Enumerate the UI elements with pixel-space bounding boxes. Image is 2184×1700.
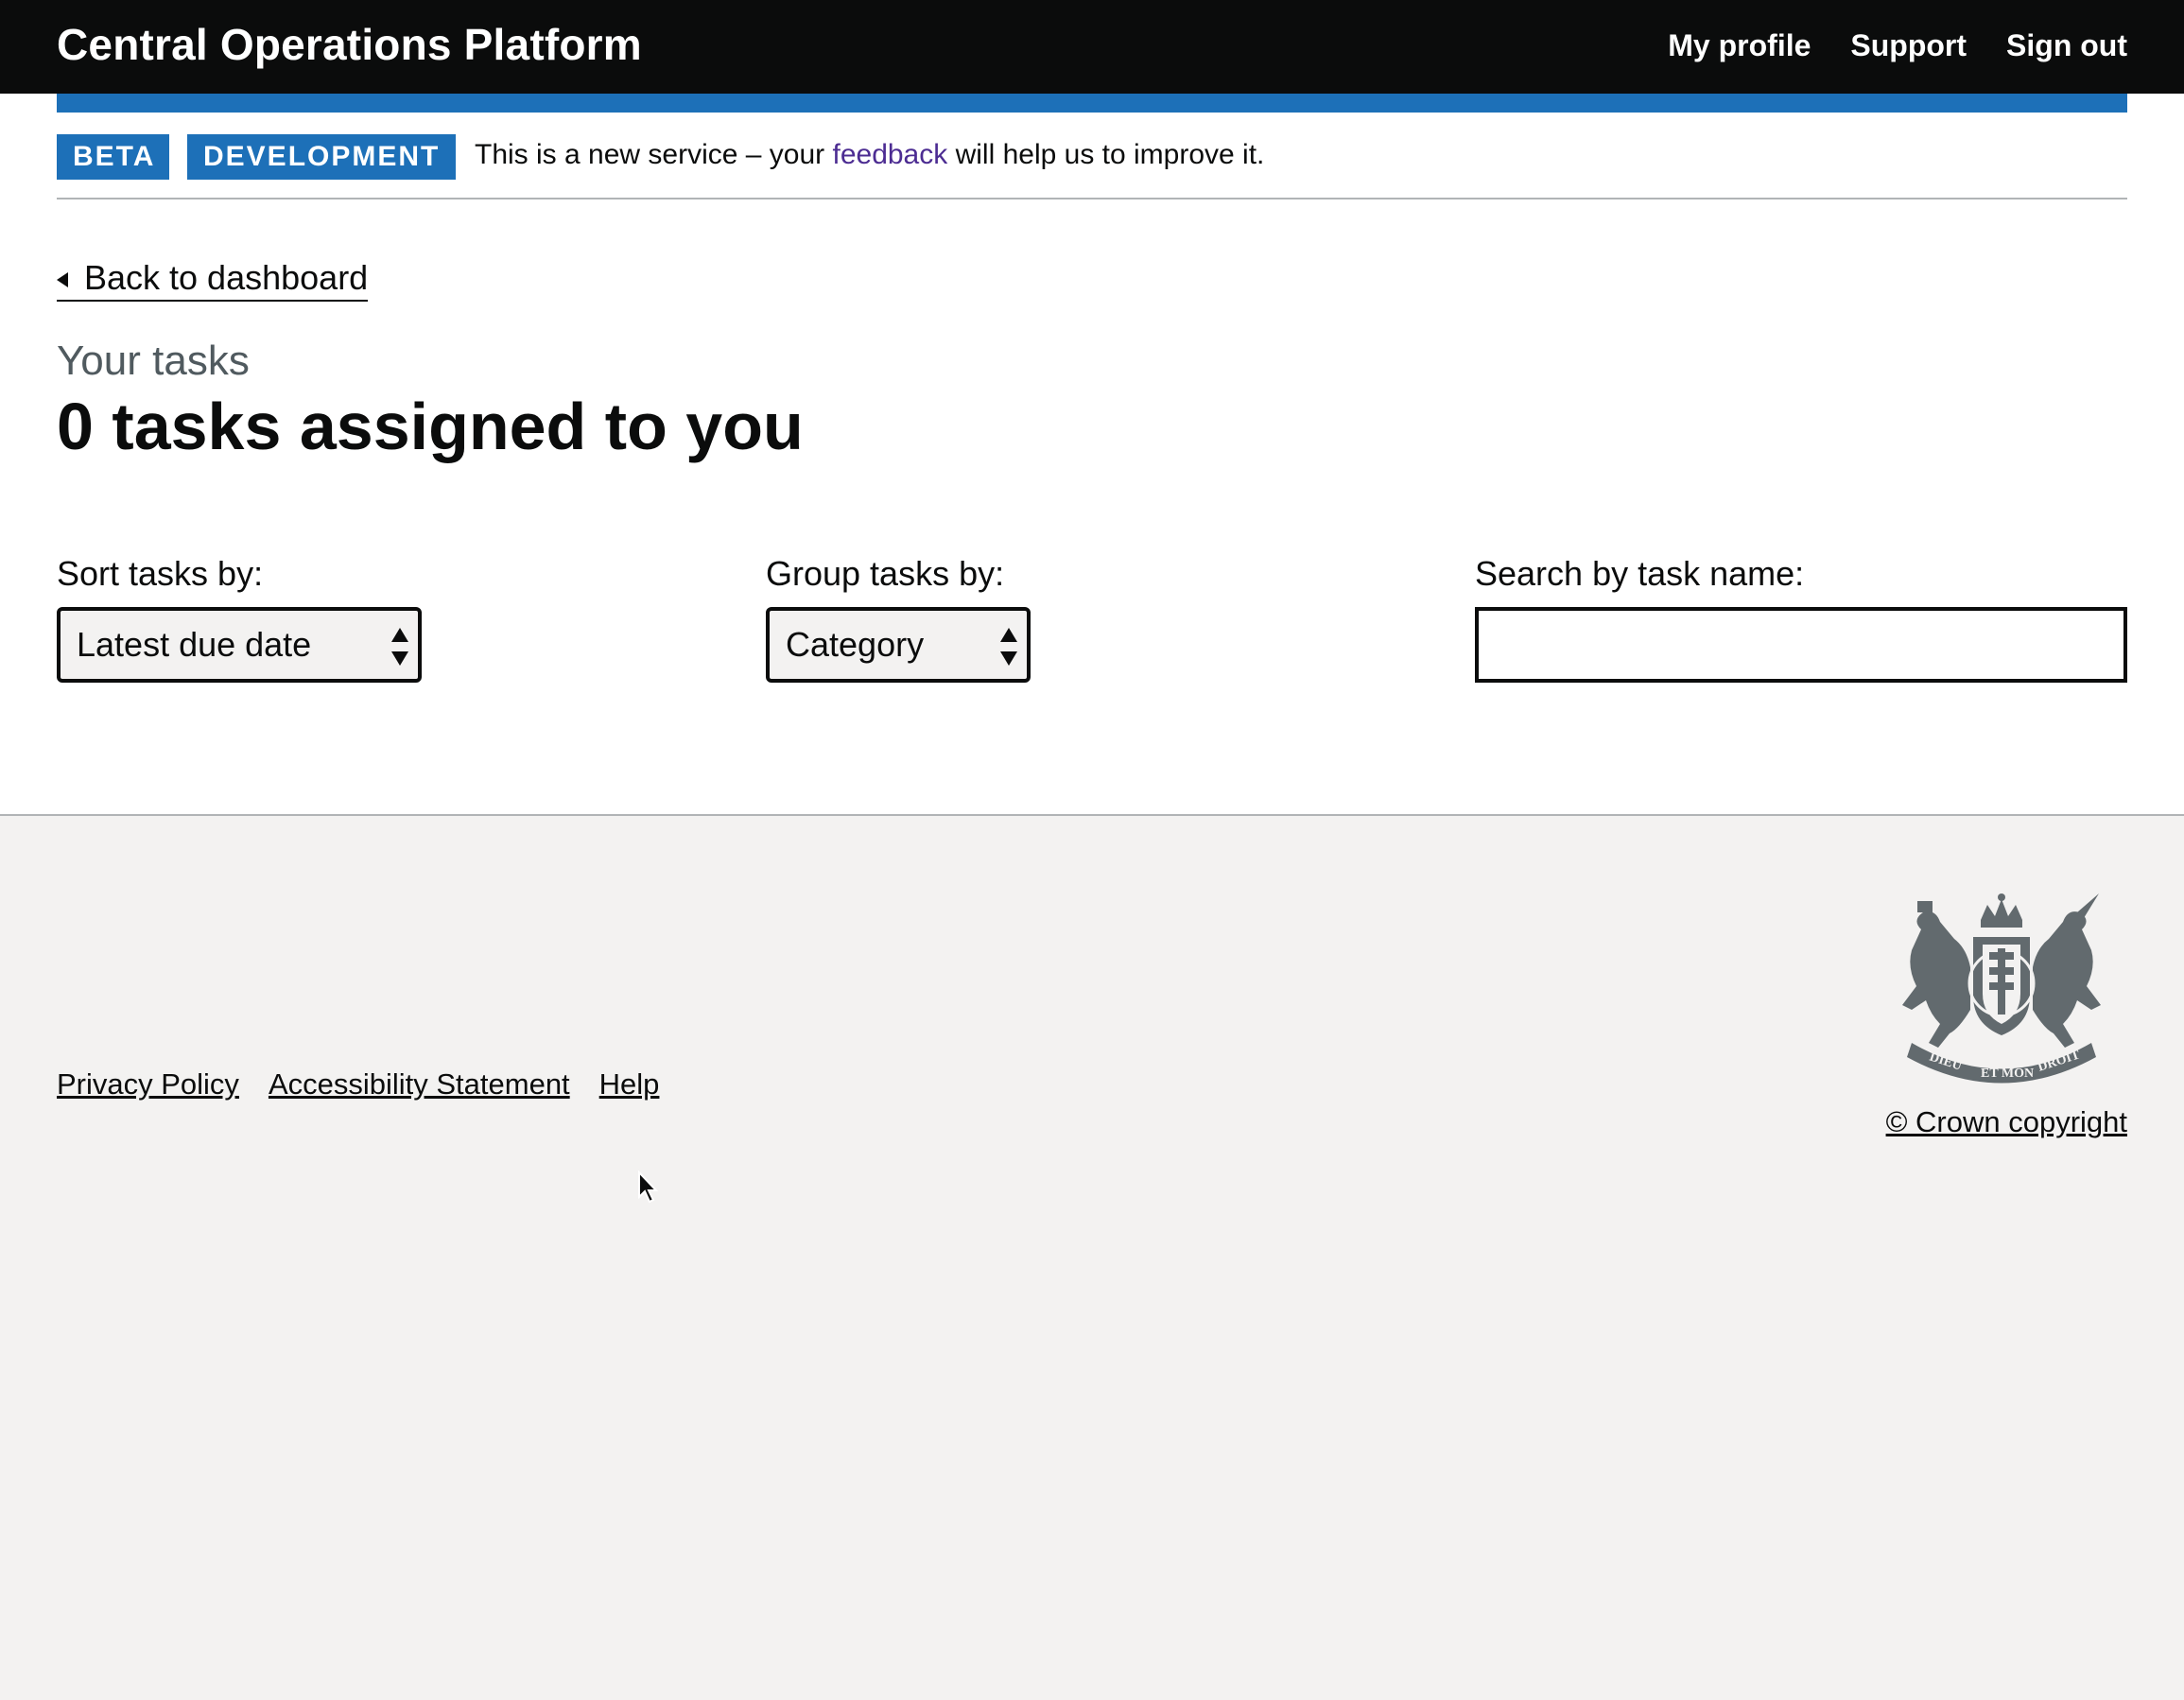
chevron-left-icon <box>57 272 68 287</box>
site-header: Central Operations Platform My profile S… <box>0 0 2184 94</box>
nav-my-profile[interactable]: My profile <box>1668 28 1811 63</box>
royal-coat-of-arms-icon: DIEU ET MON DROIT <box>1902 893 2101 1084</box>
search-task-name-input[interactable] <box>1475 607 2127 683</box>
page-caption: Your tasks <box>57 338 250 384</box>
feedback-link[interactable]: feedback <box>832 139 947 170</box>
service-name[interactable]: Central Operations Platform <box>57 19 642 70</box>
page-title: 0 tasks assigned to you <box>57 390 804 463</box>
page: Central Operations Platform My profile S… <box>0 0 2184 1700</box>
header-nav: My profile Support Sign out <box>1668 28 2127 63</box>
development-tag: DEVELOPMENT <box>187 134 456 180</box>
mouse-cursor-icon <box>638 1171 659 1204</box>
sort-select[interactable]: Latest due date <box>57 607 422 683</box>
nav-support[interactable]: Support <box>1850 28 1967 63</box>
group-select-value: Category <box>786 625 925 664</box>
footer-link-privacy[interactable]: Privacy Policy <box>57 1067 239 1102</box>
group-select[interactable]: Category <box>766 607 1031 683</box>
search-label: Search by task name: <box>1475 554 1805 593</box>
sort-select-value: Latest due date <box>77 625 312 664</box>
sort-label: Sort tasks by: <box>57 554 264 593</box>
beta-tag: BETA <box>57 134 169 180</box>
header-accent-bar <box>57 94 2127 113</box>
nav-sign-out[interactable]: Sign out <box>2006 28 2127 63</box>
banner-text-before: This is a new service – your <box>475 139 833 170</box>
group-label: Group tasks by: <box>766 554 1005 593</box>
back-link-label: Back to dashboard <box>84 258 369 297</box>
footer-links: Privacy Policy Accessibility Statement H… <box>57 1067 659 1102</box>
footer-link-accessibility[interactable]: Accessibility Statement <box>269 1067 570 1102</box>
select-arrows-icon <box>1000 628 1017 666</box>
phase-banner-text: This is a new service – your feedback wi… <box>475 139 1264 171</box>
phase-banner: BETA DEVELOPMENT This is a new service –… <box>57 113 2127 199</box>
site-footer: Privacy Policy Accessibility Statement H… <box>0 814 2184 1700</box>
footer-link-help[interactable]: Help <box>599 1067 660 1102</box>
banner-text-after: will help us to improve it. <box>947 139 1265 170</box>
back-to-dashboard-link[interactable]: Back to dashboard <box>57 258 369 302</box>
crown-copyright-link[interactable]: © Crown copyright <box>1886 1105 2127 1139</box>
crest-motto-et-mon: ET MON <box>1981 1067 2034 1081</box>
select-arrows-icon <box>391 628 408 666</box>
